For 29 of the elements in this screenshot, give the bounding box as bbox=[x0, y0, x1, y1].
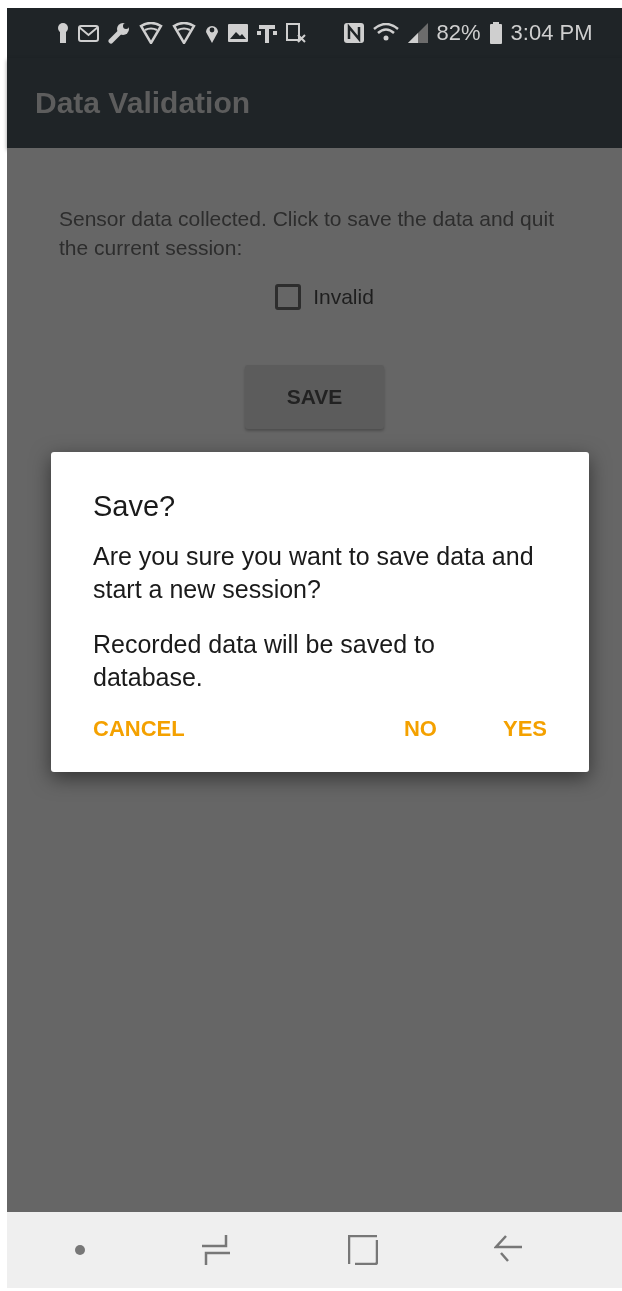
battery-icon bbox=[489, 22, 502, 44]
shield-wifi-icon bbox=[138, 22, 163, 44]
battery-percentage: 82% bbox=[436, 20, 481, 46]
clock-time: 3:04 PM bbox=[510, 20, 593, 46]
dialog-note: Recorded data will be saved to database. bbox=[93, 629, 436, 693]
location-icon bbox=[204, 23, 219, 43]
checkbox[interactable] bbox=[275, 284, 302, 310]
wrench-icon bbox=[107, 22, 130, 44]
dot-icon[interactable] bbox=[75, 1245, 86, 1255]
app-title: Data Validation bbox=[35, 86, 251, 120]
dialog-title: Save? bbox=[93, 490, 177, 523]
dialog-message: Are you sure you want to save data and start a new session? bbox=[93, 541, 535, 605]
shield-wifi-icon bbox=[171, 22, 196, 44]
recent-apps-icon[interactable] bbox=[201, 1234, 232, 1266]
keyhole-icon bbox=[56, 23, 69, 43]
yes-button[interactable]: YES bbox=[502, 716, 547, 742]
no-sim-icon bbox=[285, 23, 306, 43]
carrier-icon bbox=[256, 23, 277, 43]
mail-icon bbox=[77, 24, 99, 42]
cancel-button[interactable]: CANCEL bbox=[93, 716, 185, 742]
home-icon[interactable] bbox=[347, 1235, 378, 1265]
save-button[interactable]: SAVE bbox=[245, 365, 384, 429]
signal-icon bbox=[407, 23, 428, 43]
wifi-icon bbox=[372, 23, 399, 43]
no-button[interactable]: NO bbox=[403, 716, 437, 742]
checkbox-label: Invalid bbox=[313, 285, 374, 309]
instruction-text: Sensor data collected. Click to save the data and quit the current session: bbox=[59, 206, 555, 261]
image-icon bbox=[227, 24, 248, 42]
nfc-icon bbox=[343, 23, 364, 43]
